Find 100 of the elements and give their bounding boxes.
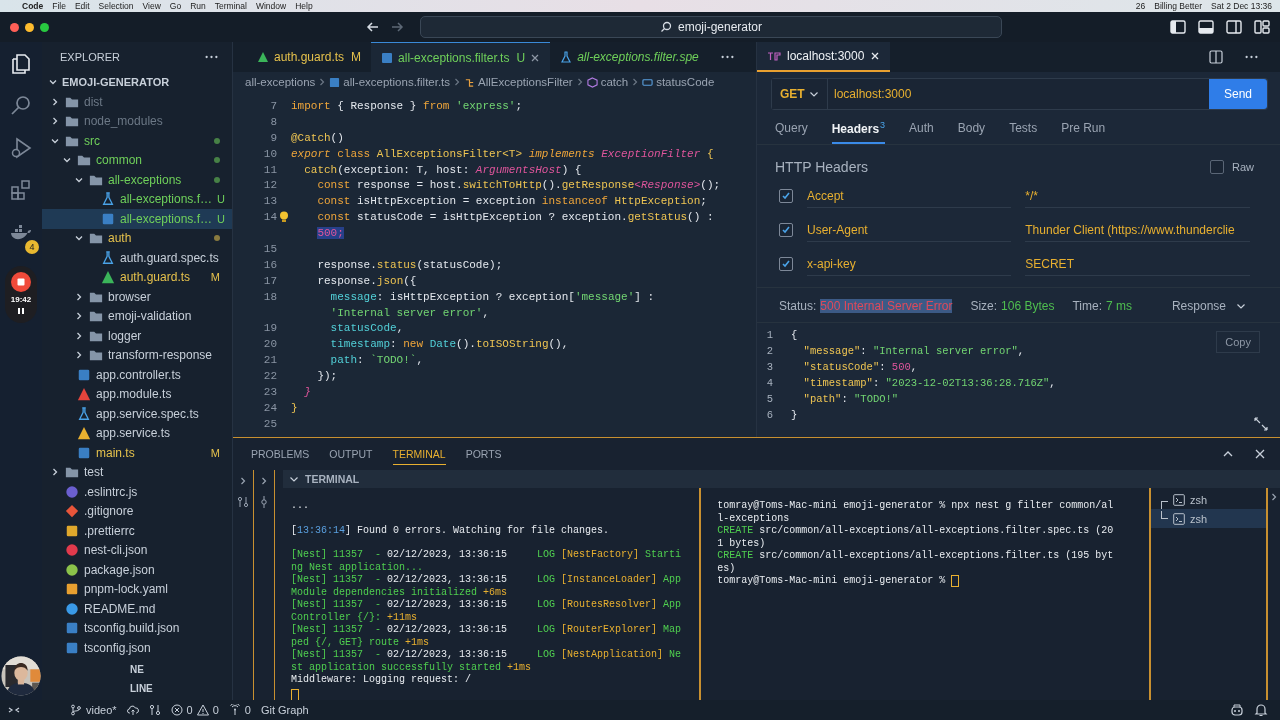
file-tree-item[interactable]: app.service.ts [42, 423, 232, 443]
menu-item[interactable]: Window [255, 1, 287, 11]
response-dropdown[interactable]: Response [1165, 298, 1252, 314]
bell-icon[interactable] [1254, 703, 1268, 717]
file-tree-item[interactable]: logger [42, 326, 232, 346]
chevron-right-icon[interactable] [74, 330, 84, 341]
file-tree-item[interactable]: test [42, 462, 232, 482]
editor-tab[interactable]: auth.guard.ts M [233, 42, 372, 72]
cloud-upload-icon[interactable] [126, 704, 139, 716]
breadcrumb-item[interactable]: all-exceptions.filter.ts [329, 76, 451, 88]
file-tree-item[interactable]: .eslintrc.js [42, 482, 232, 502]
request-tab[interactable]: Query [775, 116, 808, 144]
file-tree-item[interactable]: emoji-validation [42, 306, 232, 326]
file-tree-item[interactable]: all-exceptions [42, 170, 232, 190]
menu-item[interactable]: Code [22, 1, 44, 11]
menu-item[interactable]: Terminal [214, 1, 247, 11]
file-tree-item[interactable]: app.controller.ts [42, 365, 232, 385]
panel-toggle-icon[interactable] [1198, 20, 1214, 34]
breadcrumb-item[interactable]: statusCode [642, 76, 715, 88]
explorer-files-icon[interactable] [9, 52, 33, 76]
run-debug-icon[interactable] [9, 136, 33, 160]
more-icon[interactable] [720, 55, 734, 59]
file-tree-item[interactable]: app.service.spec.ts [42, 404, 232, 424]
section-header[interactable]: NE [130, 660, 144, 679]
request-tab[interactable]: Body [957, 116, 986, 144]
file-tree-item[interactable]: .gitignore [42, 501, 232, 521]
menu-item[interactable]: Edit [74, 1, 90, 11]
file-tree-item[interactable]: browser [42, 287, 232, 307]
chevron-right-icon[interactable] [74, 311, 84, 322]
header-name-field[interactable]: x-api-key [807, 252, 1012, 276]
extensions-icon[interactable] [9, 178, 33, 202]
file-tree-item[interactable]: nest-cli.json [42, 540, 232, 560]
request-tab[interactable]: Auth [909, 116, 934, 144]
file-tree-item[interactable]: auth.guard.ts M [42, 267, 232, 287]
file-tree-item[interactable]: auth.guard.spec.ts [42, 248, 232, 268]
stop-record-button[interactable] [11, 272, 31, 292]
checkbox[interactable] [1210, 160, 1224, 174]
menu-item[interactable]: Help [295, 1, 313, 11]
branch-status[interactable]: video* [70, 704, 117, 716]
breadcrumb-item[interactable]: AllExceptionsFilter [464, 76, 573, 88]
close-icon[interactable] [1254, 448, 1266, 460]
secondary-sidebar-icon[interactable] [1226, 20, 1242, 34]
git-compare-icon[interactable] [237, 496, 249, 508]
file-tree-item[interactable]: tsconfig.json [42, 638, 232, 658]
panel-tab[interactable]: OUTPUT [329, 443, 373, 465]
file-tree-item[interactable]: auth [42, 228, 232, 248]
workspace-header[interactable]: EMOJI-GENERATOR [42, 72, 232, 92]
panel-tab[interactable]: TERMINAL [392, 443, 446, 465]
breadcrumb-item[interactable]: all-exceptions [245, 76, 316, 88]
file-tree-item[interactable]: all-exceptions.f… U [42, 209, 232, 229]
header-value-field[interactable]: */* [1025, 184, 1250, 208]
file-tree-item[interactable]: transform-response [42, 345, 232, 365]
commit-icon[interactable] [258, 496, 270, 508]
section-header[interactable]: LINE [130, 679, 153, 698]
chevron-right-icon[interactable] [238, 476, 248, 486]
command-center-search[interactable]: emoji-generator [420, 16, 1002, 38]
close-icon[interactable] [530, 52, 541, 63]
file-tree-item[interactable]: main.ts M [42, 443, 232, 463]
header-name-field[interactable]: User-Agent [807, 218, 1012, 242]
header-value-field[interactable]: SECRET [1025, 252, 1250, 276]
header-value-field[interactable]: Thunder Client (https://www.thunderclie [1025, 218, 1250, 242]
editor-tab[interactable]: all-exceptions.filter.ts U [371, 42, 551, 72]
terminal-header[interactable]: TERMINAL [305, 473, 360, 485]
file-tree-item[interactable]: common [42, 150, 232, 170]
layout-icon[interactable] [1254, 20, 1270, 34]
request-tab[interactable]: Pre Run [1061, 116, 1106, 144]
menu-item[interactable]: File [52, 1, 66, 11]
git-compare-icon[interactable] [148, 704, 161, 716]
file-tree-item[interactable]: node_modules [42, 111, 232, 131]
file-tree-item[interactable]: all-exceptions.f… U [42, 189, 232, 209]
sidebar-toggle-icon[interactable] [1170, 20, 1186, 34]
chevron-right-icon[interactable] [50, 467, 60, 478]
chevron-right-icon[interactable] [74, 291, 84, 302]
chevron-right-icon[interactable] [259, 476, 269, 486]
file-tree-item[interactable]: .prettierrc [42, 521, 232, 541]
file-tree-item[interactable]: dist [42, 92, 232, 112]
file-tree-item[interactable]: app.module.ts [42, 384, 232, 404]
panel-tab[interactable]: PROBLEMS [251, 443, 310, 465]
git-graph-button[interactable]: Git Graph [260, 704, 309, 716]
expand-icon[interactable] [1254, 417, 1268, 431]
checkbox[interactable] [779, 223, 793, 237]
more-icon[interactable] [1245, 55, 1258, 59]
menu-item[interactable]: Go [169, 1, 182, 11]
panel-tab[interactable]: PORTS [465, 443, 502, 465]
checkbox[interactable] [779, 189, 793, 203]
chevron-right-icon[interactable] [50, 116, 60, 127]
editor-tab[interactable]: all-exceptions.filter.spe [550, 42, 709, 72]
ports-status[interactable]: 0 [228, 704, 251, 716]
copy-button[interactable]: Copy [1216, 331, 1260, 353]
file-tree-item[interactable]: package.json [42, 560, 232, 580]
menu-item[interactable]: Run [190, 1, 206, 11]
chevron-right-icon[interactable] [50, 96, 60, 107]
close-icon[interactable] [870, 51, 881, 61]
request-tab[interactable]: Tests [1009, 116, 1038, 144]
editor-tab[interactable]: localhost:3000 [757, 42, 891, 72]
problems-status[interactable]: 0 0 [170, 704, 219, 716]
back-arrow-icon[interactable] [366, 20, 380, 34]
terminal-session[interactable]: zsh [1151, 509, 1267, 528]
more-icon[interactable] [205, 55, 218, 59]
file-tree-item[interactable]: pnpm-lock.yaml [42, 579, 232, 599]
